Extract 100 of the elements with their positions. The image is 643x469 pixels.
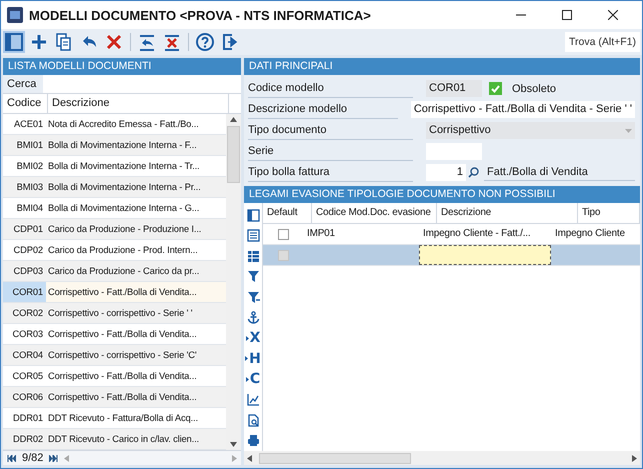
type-cell[interactable]: Impegno Cliente bbox=[551, 224, 640, 244]
description-cell[interactable]: Bolla di Movimentazione Interna - G... bbox=[46, 198, 226, 218]
field-label: Descrizione modello bbox=[248, 100, 398, 118]
record-counter: 9/82 bbox=[22, 452, 44, 464]
list-icon bbox=[246, 229, 260, 242]
description-cell[interactable]: Carico da Produzione - Carico da pr... bbox=[46, 261, 226, 281]
description-cell[interactable]: Corrispettivo - corrispettivo - Serie 'C' bbox=[46, 345, 226, 365]
code-cell[interactable]: COR03 bbox=[3, 324, 46, 344]
panel-icon bbox=[4, 32, 24, 52]
code-cell[interactable]: IMP01 bbox=[303, 224, 419, 244]
field-label: Tipo documento bbox=[248, 122, 413, 140]
dropdown-caret-icon bbox=[625, 128, 632, 132]
play-marker-icon bbox=[245, 356, 248, 362]
obsolete-checkbox[interactable] bbox=[489, 82, 502, 95]
horizontal-scrollbar[interactable] bbox=[244, 451, 640, 465]
maximize-icon[interactable] bbox=[562, 10, 572, 20]
close-icon[interactable] bbox=[608, 10, 618, 20]
description-cell[interactable]: Nota di Accredito Emessa - Fatt./Bo... bbox=[46, 114, 226, 134]
find-button[interactable]: Trova (Alt+F1) bbox=[565, 32, 640, 52]
code-cell[interactable]: BMI01 bbox=[3, 135, 46, 155]
code-cell[interactable]: COR01 bbox=[3, 282, 46, 302]
scrollbar-thumb[interactable] bbox=[227, 126, 240, 183]
document-type-dropdown[interactable]: Corrispettivo bbox=[426, 122, 635, 139]
toolbar-button[interactable] bbox=[194, 31, 216, 53]
search-label: Cerca bbox=[3, 75, 43, 93]
anchor-icon bbox=[246, 311, 260, 324]
window-title: MODELLI DOCUMENTO <PROVA - NTS INFORMATICA> bbox=[29, 8, 372, 22]
scroll-up-icon[interactable] bbox=[230, 117, 237, 122]
description-cell[interactable]: Corrispettivo - Fatt./Bolla di Vendita... bbox=[46, 387, 226, 407]
column-header[interactable]: Codice Mod.Doc. evasione bbox=[312, 203, 437, 223]
default-checkbox[interactable] bbox=[278, 228, 288, 240]
panel-toggle-button[interactable] bbox=[3, 31, 25, 53]
print-preview-icon bbox=[246, 414, 260, 427]
description-cell[interactable]: Bolla di Movimentazione Interna - F... bbox=[46, 135, 226, 155]
description-cell[interactable]: Corrispettivo - Fatt./Bolla di Vendita... bbox=[46, 324, 226, 344]
chart-icon bbox=[246, 393, 260, 406]
description-cell[interactable]: Corrispettivo - Fatt./Bolla di Vendita... bbox=[46, 282, 226, 302]
code-cell[interactable]: DDR01 bbox=[3, 408, 46, 428]
code-cell[interactable]: COR05 bbox=[3, 366, 46, 386]
delete-icon bbox=[104, 32, 124, 52]
code-cell[interactable]: COR04 bbox=[3, 345, 46, 365]
column-header[interactable]: Descrizione bbox=[48, 94, 229, 113]
code-field: COR01 bbox=[426, 80, 482, 97]
exit-icon bbox=[220, 32, 240, 52]
code-cell[interactable]: BMI03 bbox=[3, 177, 46, 197]
panel-header: DATI PRINCIPALI bbox=[244, 58, 640, 75]
copy-icon bbox=[54, 32, 74, 52]
description-cell[interactable]: Carico da Produzione - Produzione I... bbox=[46, 219, 226, 239]
grid-icon bbox=[246, 250, 260, 263]
code-cell[interactable]: CDP01 bbox=[3, 219, 46, 239]
description-cell[interactable]: Bolla di Movimentazione Interna - Pr... bbox=[46, 177, 226, 197]
code-cell[interactable]: CDP03 bbox=[3, 261, 46, 281]
description-cell[interactable]: Corrispettivo - Fatt./Bolla di Vendita... bbox=[46, 366, 226, 386]
play-marker-icon bbox=[246, 336, 249, 341]
last-page-icon[interactable] bbox=[49, 454, 58, 462]
toolbar-button[interactable]: C bbox=[244, 369, 262, 390]
description-cell[interactable]: Bolla di Movimentazione Interna - Tr... bbox=[46, 156, 226, 176]
panel-header: LISTA MODELLI DOCUMENTI bbox=[3, 58, 241, 75]
column-header[interactable]: Tipo bbox=[578, 203, 640, 223]
search-icon[interactable] bbox=[468, 167, 479, 178]
description-cell[interactable]: DDT Ricevuto - Carico in c/lav. clien... bbox=[46, 429, 226, 449]
cancel-icon bbox=[162, 32, 182, 52]
check-icon bbox=[491, 84, 500, 92]
play-marker-icon bbox=[246, 376, 249, 382]
filter-icon bbox=[246, 270, 260, 284]
code-cell[interactable]: ACE01 bbox=[3, 114, 46, 134]
scroll-down-icon[interactable] bbox=[230, 442, 237, 447]
code-cell[interactable]: COR02 bbox=[3, 303, 46, 323]
filter-clear-icon bbox=[246, 290, 260, 304]
description-cell[interactable]: DDT Ricevuto - Fattura/Bolla di Acq... bbox=[46, 408, 226, 428]
app-icon bbox=[7, 7, 23, 23]
restore-icon bbox=[137, 32, 157, 52]
description-cell[interactable]: Impegno Cliente - Fatt./... bbox=[419, 224, 551, 244]
help-icon bbox=[195, 32, 215, 52]
code-cell[interactable]: CDP02 bbox=[3, 240, 46, 260]
column-header[interactable]: Codice bbox=[3, 94, 48, 113]
code-cell[interactable]: DDR02 bbox=[3, 429, 46, 449]
field-label: Codice modello bbox=[248, 80, 413, 98]
scrollbar-thumb[interactable] bbox=[259, 452, 411, 464]
toolbar-button[interactable]: X bbox=[244, 328, 262, 348]
code-cell[interactable]: COR06 bbox=[3, 387, 46, 407]
number-field[interactable]: 1 bbox=[426, 164, 466, 181]
column-header[interactable]: Descrizione bbox=[437, 203, 578, 223]
print-icon bbox=[246, 434, 260, 448]
code-cell[interactable]: BMI02 bbox=[3, 156, 46, 176]
add-icon bbox=[29, 32, 49, 52]
scroll-right-icon[interactable] bbox=[632, 454, 637, 462]
code-cell[interactable]: BMI04 bbox=[3, 198, 46, 218]
scrollbar[interactable] bbox=[226, 114, 241, 450]
column-header[interactable]: Default bbox=[263, 203, 312, 223]
description-cell[interactable]: Carico da Produzione - Prod. Intern... bbox=[46, 240, 226, 260]
lookup-description: Fatt./Bolla di Vendita bbox=[484, 164, 635, 181]
field-label: Serie bbox=[248, 142, 413, 160]
description-field[interactable]: Corrispettivo - Fatt./Bolla di Vendita - Serie ' ' bbox=[410, 101, 635, 118]
scroll-left-icon[interactable] bbox=[247, 454, 252, 462]
toolbar-button[interactable]: H bbox=[244, 348, 262, 369]
description-cell[interactable]: Corrispettivo - corrispettivo - Serie ' ' bbox=[46, 303, 226, 323]
field-label: Tipo bolla fattura bbox=[248, 164, 413, 182]
first-page-icon[interactable] bbox=[7, 454, 16, 462]
columns-icon bbox=[246, 208, 260, 222]
